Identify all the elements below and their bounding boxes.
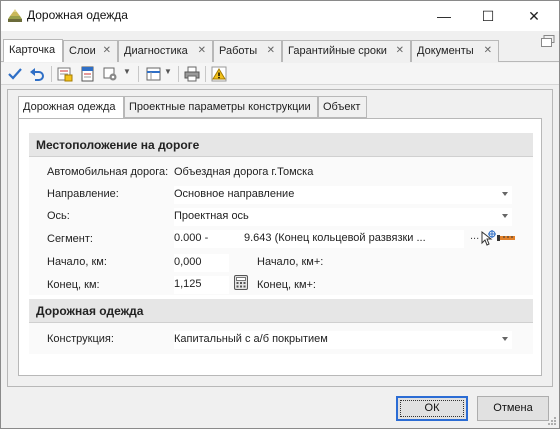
subtab-pavement[interactable]: Дорожная одежда [18, 96, 124, 119]
pick-on-map-icon[interactable] [480, 230, 496, 246]
checkmark-icon[interactable] [7, 66, 23, 82]
axis-value: Проектная ось [174, 210, 249, 222]
pavement-header: Дорожная одежда [29, 299, 533, 323]
toolbar-separator [205, 66, 206, 82]
direction-select[interactable]: Основное направление [174, 186, 512, 204]
undo-icon[interactable] [29, 66, 45, 82]
segment-start: 0.000 - [174, 232, 209, 244]
direction-label: Направление: [47, 188, 119, 200]
toolbar: ▼ ▼ [1, 63, 559, 85]
title-bar: Дорожная одежда — ☐ ✕ [1, 1, 559, 31]
restore-panel-icon[interactable] [541, 35, 555, 47]
road-label: Автомобильная дорога: [47, 166, 169, 178]
tab-works[interactable]: Работы ✕ [213, 40, 282, 62]
tab-diagnostics[interactable]: Диагностика ✕ [118, 40, 213, 62]
window-title: Дорожная одежда [27, 8, 128, 22]
chevron-down-icon[interactable] [502, 214, 508, 218]
road-layers-icon [8, 9, 22, 22]
end-km-plus-label: Конец, км+: [257, 279, 316, 291]
direction-value: Основное направление [174, 188, 295, 200]
close-tab-icon[interactable]: ✕ [396, 45, 404, 56]
location-group: Местоположение на дороге Автомобильная д… [29, 133, 533, 295]
dialog-window: Дорожная одежда — ☐ ✕ Карточка Слои ✕ Ди… [0, 0, 560, 429]
chevron-down-icon[interactable] [502, 337, 508, 341]
chevron-down-icon[interactable] [502, 192, 508, 196]
card-icon[interactable] [80, 66, 96, 82]
construction-label: Конструкция: [47, 333, 114, 345]
axis-select[interactable]: Проектная ось [174, 208, 512, 226]
axis-label: Ось: [47, 210, 70, 222]
warning-icon[interactable] [211, 66, 227, 82]
tab-label: Гарантийные сроки [288, 45, 387, 57]
tab-label: Слои [69, 45, 96, 57]
pavement-group: Дорожная одежда Конструкция: Капитальный… [29, 299, 533, 354]
road-value: Объездная дорога г.Томска [174, 166, 314, 178]
calculator-icon[interactable] [234, 275, 248, 290]
segment-value: 9.643 (Конец кольцевой развязки ... [244, 232, 426, 244]
close-tab-icon[interactable]: ✕ [198, 45, 206, 56]
close-button[interactable]: ✕ [513, 1, 555, 31]
close-tab-icon[interactable]: ✕ [267, 45, 275, 56]
tab-warranty[interactable]: Гарантийные сроки ✕ [282, 40, 411, 62]
tab-layers[interactable]: Слои ✕ [63, 40, 118, 62]
construction-value: Капитальный с а/б покрытием [174, 333, 328, 345]
tab-label: Работы [219, 45, 258, 57]
subtab-label: Объект [323, 101, 361, 113]
tab-label: Документы [417, 45, 474, 57]
subtab-object[interactable]: Объект [318, 96, 367, 118]
start-km-plus-label: Начало, км+: [257, 256, 324, 268]
layout-icon[interactable] [146, 66, 162, 82]
cancel-button[interactable]: Отмена [477, 396, 549, 421]
toolbar-separator [178, 66, 179, 82]
subtab-design-params[interactable]: Проектные параметры конструкции [124, 96, 318, 118]
minimize-button[interactable]: — [423, 1, 465, 31]
end-km-label: Конец, км: [47, 279, 100, 291]
start-km-label: Начало, км: [47, 256, 107, 268]
dropdown-arrow-icon[interactable]: ▼ [123, 67, 131, 76]
printer-icon[interactable] [184, 66, 200, 82]
segment-label: Сегмент: [47, 233, 93, 245]
close-tab-icon[interactable]: ✕ [484, 45, 492, 56]
end-km-value: 1,125 [174, 278, 202, 290]
toolbar-separator [51, 66, 52, 82]
subtab-label: Проектные параметры конструкции [129, 101, 311, 113]
end-km-input[interactable]: 1,125 [174, 276, 229, 294]
ruler-icon[interactable] [497, 233, 515, 243]
subtab-label: Дорожная одежда [23, 101, 116, 113]
close-tab-icon[interactable]: ✕ [103, 45, 111, 56]
tab-card[interactable]: Карточка [3, 39, 63, 62]
maximize-button[interactable]: ☐ [467, 1, 509, 31]
card-panel: Дорожная одежда Проектные параметры конс… [7, 89, 553, 387]
document-tabs: Карточка Слои ✕ Диагностика ✕ Работы ✕ Г… [1, 39, 559, 62]
print-settings-icon[interactable] [102, 66, 118, 82]
ok-button[interactable]: ОК [396, 396, 468, 421]
start-km-value: 0,000 [174, 256, 202, 268]
location-header: Местоположение на дороге [29, 133, 533, 157]
tab-documents[interactable]: Документы ✕ [411, 40, 499, 62]
construction-select[interactable]: Капитальный с а/б покрытием [174, 331, 512, 349]
report-icon[interactable] [57, 66, 73, 82]
dropdown-arrow-icon[interactable]: ▼ [164, 67, 172, 76]
segment-field[interactable]: 0.000 - 9.643 (Конец кольцевой развязки … [174, 230, 464, 248]
resize-grip-icon[interactable] [547, 416, 557, 426]
tab-label: Диагностика [124, 45, 188, 57]
subtab-content: Местоположение на дороге Автомобильная д… [18, 118, 542, 376]
tab-label: Карточка [9, 44, 56, 56]
toolbar-separator [138, 66, 139, 82]
segment-more-button[interactable]: ... [470, 230, 479, 242]
start-km-input[interactable]: 0,000 [174, 254, 229, 272]
